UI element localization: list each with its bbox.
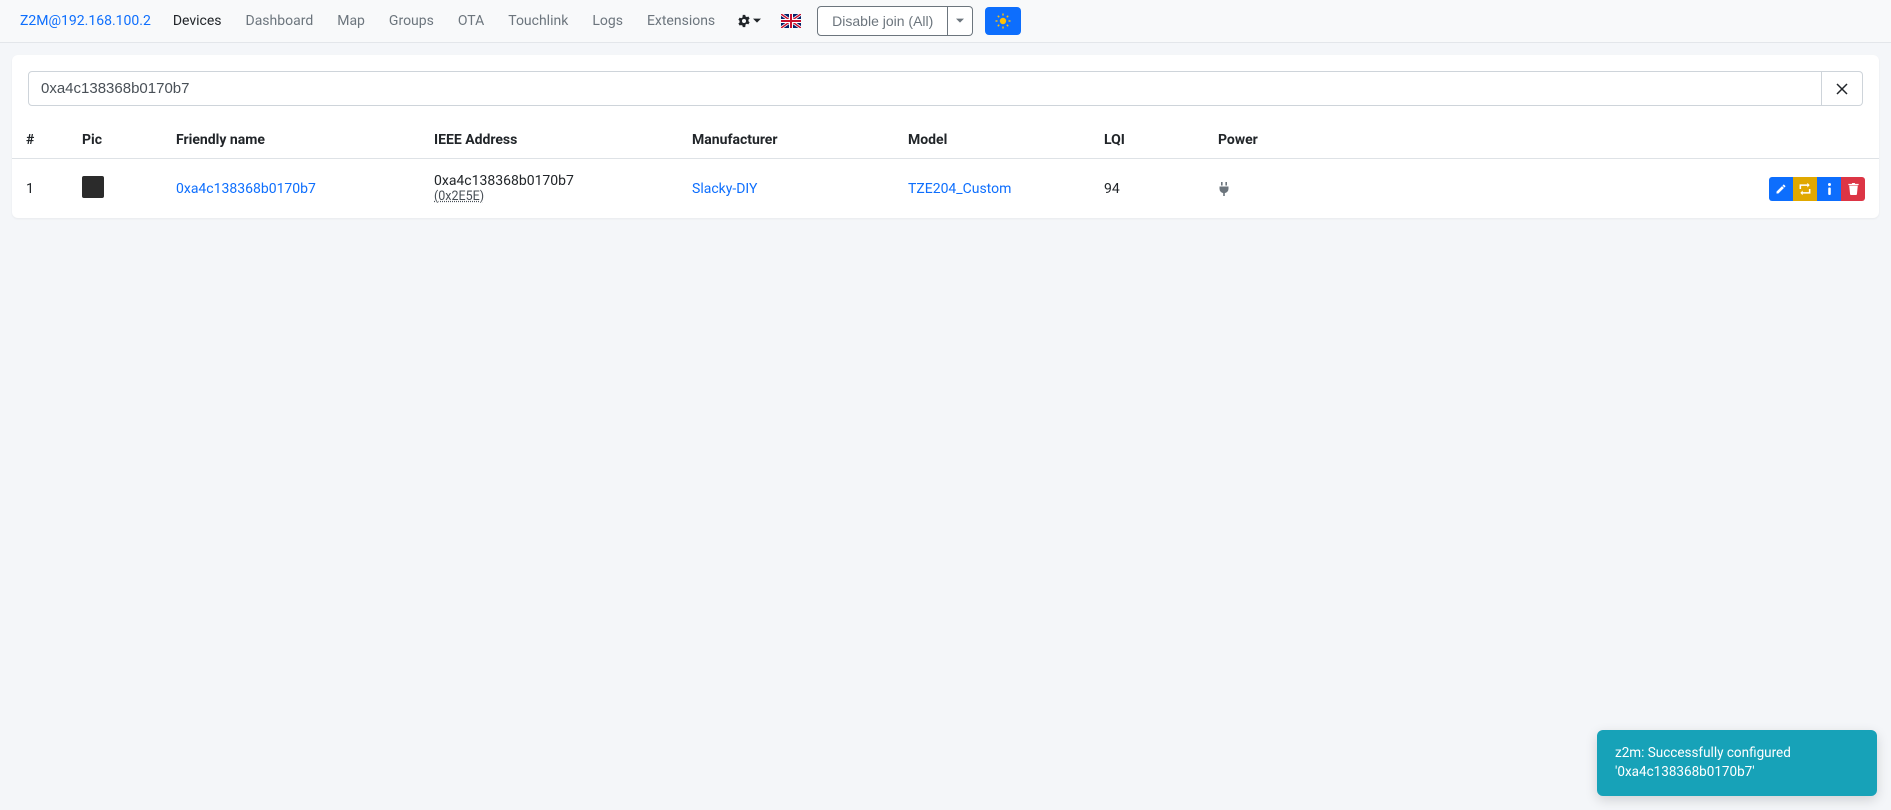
locale-flag-icon[interactable] [781,14,801,28]
disable-join-caret[interactable] [948,6,973,36]
disable-join-button[interactable]: Disable join (All) [817,6,948,36]
ieee-short: (0x2E5E) [434,189,664,204]
table-row: 1 0xa4c138368b0170b7 0xa4c138368b0170b7 … [12,159,1879,219]
navbar: Z2M@192.168.100.2 Devices Dashboard Map … [0,0,1891,43]
theme-toggle-button[interactable] [985,7,1021,35]
info-icon [1827,183,1832,195]
chevron-down-icon [956,17,964,25]
cell-power [1204,159,1344,219]
reconfigure-button[interactable] [1793,177,1817,201]
nav-devices[interactable]: Devices [163,7,232,35]
nav-ota[interactable]: OTA [448,7,494,35]
col-actions [1344,122,1879,159]
col-pic[interactable]: Pic [68,122,162,159]
pencil-icon [1775,183,1787,195]
plug-icon [1218,182,1330,196]
search-input[interactable] [28,71,1822,106]
devices-table: # Pic Friendly name IEEE Address Manufac… [12,122,1879,218]
col-friendly[interactable]: Friendly name [162,122,420,159]
devices-card: # Pic Friendly name IEEE Address Manufac… [12,55,1879,218]
manufacturer-link[interactable]: Slacky-DIY [692,181,757,197]
retweet-icon [1798,183,1812,195]
nav-logs[interactable]: Logs [582,7,633,35]
nav-groups[interactable]: Groups [379,7,444,35]
settings-dropdown[interactable] [729,8,769,34]
row-actions [1769,177,1865,201]
close-icon [1836,83,1848,95]
sun-icon [995,13,1011,29]
col-lqi[interactable]: LQI [1090,122,1204,159]
ieee-address: 0xa4c138368b0170b7 [434,173,664,189]
device-image[interactable] [82,176,104,198]
cell-pic [68,159,162,219]
info-button[interactable] [1817,177,1841,201]
nav-map[interactable]: Map [327,7,375,35]
search-row [12,55,1879,122]
nav-touchlink[interactable]: Touchlink [498,7,578,35]
disable-join-group: Disable join (All) [817,6,973,36]
chevron-down-icon [753,17,761,25]
col-ieee[interactable]: IEEE Address [420,122,678,159]
delete-button[interactable] [1841,177,1865,201]
nav-extensions[interactable]: Extensions [637,7,725,35]
model-link[interactable]: TZE204_Custom [908,181,1011,197]
trash-icon [1848,183,1859,195]
rename-button[interactable] [1769,177,1793,201]
cell-ieee: 0xa4c138368b0170b7 (0x2E5E) [420,159,678,219]
col-model[interactable]: Model [894,122,1090,159]
cell-num: 1 [12,159,68,219]
gear-icon [737,14,751,28]
col-manufacturer[interactable]: Manufacturer [678,122,894,159]
clear-search-button[interactable] [1822,71,1863,106]
col-num[interactable]: # [12,122,68,159]
friendly-name-link[interactable]: 0xa4c138368b0170b7 [176,181,316,197]
col-power[interactable]: Power [1204,122,1344,159]
toast-notification[interactable]: z2m: Successfully configured '0xa4c13836… [1597,730,1877,796]
nav-dashboard[interactable]: Dashboard [236,7,324,35]
brand-link[interactable]: Z2M@192.168.100.2 [12,7,159,35]
cell-lqi: 94 [1090,159,1204,219]
